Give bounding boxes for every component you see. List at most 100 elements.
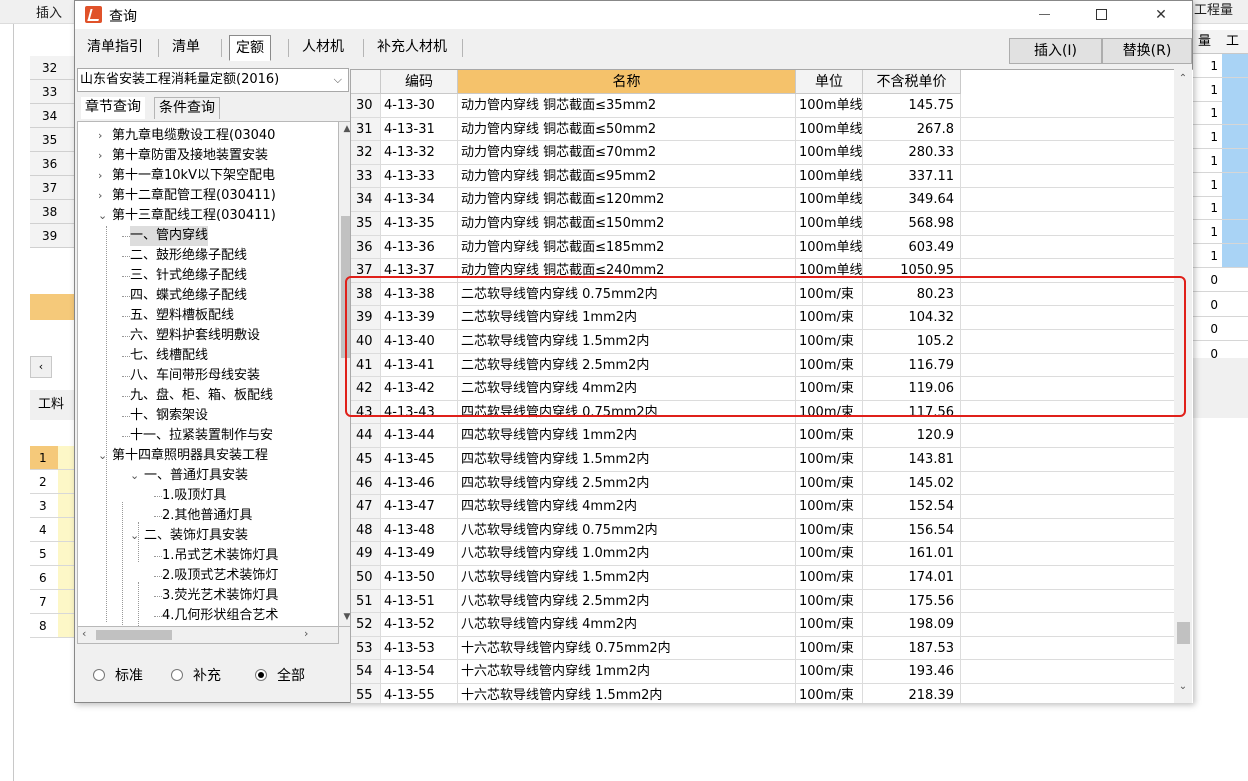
tree-item[interactable]: 六、塑料护套线明敷设 <box>122 326 260 346</box>
background-material-tab[interactable]: 工料 <box>30 390 74 420</box>
scroll-left-icon[interactable]: ‹ <box>82 627 86 640</box>
tree-item[interactable]: 2.其他普通灯具 <box>154 506 252 526</box>
table-row[interactable]: 52 4-13-52 八芯软导线管内穿线 4mm2内 100m/束 198.09 <box>351 613 1176 637</box>
tree-item[interactable]: ⌄ 第十三章配线工程(030411) <box>98 206 276 226</box>
tab-supplement-material[interactable]: 补充人材机 <box>371 35 453 61</box>
chevron-down-icon[interactable]: ⌄ <box>98 206 112 226</box>
tree-horizontal-scrollbar[interactable]: ‹ › <box>77 627 339 644</box>
tree-item[interactable]: 九、盘、柜、箱、板配线 <box>122 386 273 406</box>
table-row[interactable]: 40 4-13-40 二芯软导线管内穿线 1.5mm2内 100m/束 105.2 <box>351 330 1176 354</box>
background-insert-menu[interactable]: 插入 <box>36 2 62 21</box>
chevron-down-icon[interactable]: ⌄ <box>130 526 144 546</box>
tree-item[interactable]: ⌄ 二、装饰灯具安装 <box>130 526 248 546</box>
tree-item[interactable]: 十一、拉紧装置制作与安 <box>122 426 273 446</box>
maximize-button[interactable] <box>1078 1 1124 29</box>
tree-item[interactable]: 八、车间带形母线安装 <box>122 366 260 386</box>
tree-item[interactable]: 1.吊式艺术装饰灯具 <box>154 546 278 566</box>
table-row[interactable]: 38 4-13-38 二芯软导线管内穿线 0.75mm2内 100m/束 80.23 <box>351 282 1176 307</box>
table-vertical-scrollbar[interactable]: ⌃ ⌄ <box>1174 69 1192 703</box>
replace-button[interactable]: 替换(R) <box>1102 38 1192 64</box>
chevron-right-icon[interactable]: › <box>98 186 112 206</box>
table-row[interactable]: 36 4-13-36 动力管内穿线 铜芯截面≤185mm2 100m单线 603.49 <box>351 235 1176 260</box>
chevron-right-icon[interactable]: › <box>98 146 112 166</box>
scroll-right-icon[interactable]: › <box>304 627 308 640</box>
close-button[interactable]: ✕ <box>1138 1 1184 29</box>
table-row[interactable]: 53 4-13-53 十六芯软导线管内穿线 0.75mm2内 100m/束 187.53 <box>351 636 1176 661</box>
table-row[interactable]: 48 4-13-48 八芯软导线管内穿线 0.75mm2内 100m/束 156.54 <box>351 518 1176 543</box>
table-row[interactable]: 50 4-13-50 八芯软导线管内穿线 1.5mm2内 100m/束 174.01 <box>351 566 1176 590</box>
table-row[interactable]: 37 4-13-37 动力管内穿线 铜芯截面≤240mm2 100m单线 1050.95 <box>351 259 1176 283</box>
radio-all[interactable]: 全部 <box>255 665 305 685</box>
chevron-down-icon[interactable]: ⌄ <box>1174 681 1192 692</box>
tab-bill-guide[interactable]: 清单指引 <box>81 35 149 61</box>
tab-chapter-query[interactable]: 章节查询 <box>81 97 145 119</box>
table-row[interactable]: 42 4-13-42 二芯软导线管内穿线 4mm2内 100m/束 119.06 <box>351 377 1176 401</box>
chevron-right-icon[interactable]: › <box>98 166 112 186</box>
row-unit: 100m/束 <box>796 542 863 566</box>
header-code[interactable]: 编码 <box>381 70 458 94</box>
table-row[interactable]: 43 4-13-43 四芯软导线管内穿线 0.75mm2内 100m/束 117.56 <box>351 400 1176 425</box>
table-row[interactable]: 34 4-13-34 动力管内穿线 铜芯截面≤120mm2 100m单线 349.64 <box>351 188 1176 212</box>
table-row[interactable]: 49 4-13-49 八芯软导线管内穿线 1.0mm2内 100m/束 161.01 <box>351 542 1176 566</box>
table-row[interactable]: 46 4-13-46 四芯软导线管内穿线 2.5mm2内 100m/束 145.02 <box>351 471 1176 496</box>
tree-item[interactable]: 二、鼓形绝缘子配线 <box>122 246 247 266</box>
chevron-up-icon[interactable]: ⌃ <box>1174 73 1192 84</box>
table-row[interactable]: 55 4-13-55 十六芯软导线管内穿线 1.5mm2内 100m/束 218.39 <box>351 684 1176 703</box>
tree-item[interactable]: 一、管内穿线 <box>122 226 209 246</box>
tab-labor-material[interactable]: 人材机 <box>296 35 350 61</box>
table-row[interactable]: 32 4-13-32 动力管内穿线 铜芯截面≤70mm2 100m单线 280.33 <box>351 141 1176 165</box>
tree-item[interactable]: › 第九章电缆敷设工程(03040 <box>98 126 275 146</box>
tree-item[interactable]: 3.荧光艺术装饰灯具 <box>154 586 278 606</box>
tree-item[interactable]: 2.吸顶式艺术装饰灯 <box>154 566 278 586</box>
tree-item[interactable]: ⌄ 第十四章照明器具安装工程 <box>98 446 268 466</box>
tree-item[interactable]: 三、针式绝缘子配线 <box>122 266 247 286</box>
tree-item[interactable]: 十、钢索架设 <box>122 406 208 426</box>
radio-standard[interactable]: 标准 <box>93 665 143 685</box>
table-row[interactable]: 33 4-13-33 动力管内穿线 铜芯截面≤95mm2 100m单线 337.11 <box>351 164 1176 189</box>
background-right-cell: 1 <box>1192 196 1248 221</box>
chevron-right-icon[interactable]: › <box>98 126 112 146</box>
tree-item[interactable]: ⌄ 一、普通灯具安装 <box>130 466 248 486</box>
tree-item[interactable]: 七、线槽配线 <box>122 346 208 366</box>
tree-item[interactable]: › 第十章防雷及接地装置安装 <box>98 146 268 166</box>
table-row[interactable]: 30 4-13-30 动力管内穿线 铜芯截面≤35mm2 100m单线 145.75 <box>351 94 1176 118</box>
tree-item[interactable]: › 第十二章配管工程(030411) <box>98 186 276 206</box>
quota-library-select[interactable]: 山东省安装工程消耗量定额(2016) ⌵ <box>77 68 349 92</box>
header-unit[interactable]: 单位 <box>796 70 863 94</box>
chevron-down-icon[interactable]: ⌄ <box>98 446 112 466</box>
tree-item[interactable]: 1.吸顶灯具 <box>154 486 226 506</box>
background-scroll-left-icon[interactable]: ‹ <box>30 356 52 378</box>
row-filler <box>961 613 1176 637</box>
background-lower-row: 4 <box>30 518 74 542</box>
table-row[interactable]: 41 4-13-41 二芯软导线管内穿线 2.5mm2内 100m/束 116.79 <box>351 353 1176 378</box>
header-name[interactable]: 名称 <box>458 70 796 94</box>
insert-button[interactable]: 插入(I) <box>1009 38 1102 64</box>
tree-item[interactable]: 四、蝶式绝缘子配线 <box>122 286 247 306</box>
background-left-edge <box>0 24 14 781</box>
row-unit: 100m/束 <box>796 400 863 425</box>
background-right-cell: 1 <box>1192 77 1248 102</box>
minimize-button[interactable] <box>1022 1 1068 29</box>
table-row[interactable]: 31 4-13-31 动力管内穿线 铜芯截面≤50mm2 100m单线 267.8 <box>351 117 1176 142</box>
tree-hscroll-thumb[interactable] <box>96 630 172 640</box>
tab-bill[interactable]: 清单 <box>166 35 206 61</box>
dialog-titlebar[interactable]: 查询 ✕ <box>75 1 1192 29</box>
tree-item[interactable]: 4.几何形状组合艺术 <box>154 606 278 626</box>
table-row[interactable]: 47 4-13-47 四芯软导线管内穿线 4mm2内 100m/束 152.54 <box>351 495 1176 519</box>
row-price: 117.56 <box>863 400 961 425</box>
chevron-down-icon[interactable]: ⌄ <box>130 466 144 486</box>
row-code: 4-13-42 <box>381 377 458 401</box>
radio-supplement[interactable]: 补充 <box>171 665 221 685</box>
table-scroll-thumb[interactable] <box>1177 622 1190 644</box>
tab-condition-query[interactable]: 条件查询 <box>154 97 220 119</box>
table-row[interactable]: 51 4-13-51 八芯软导线管内穿线 2.5mm2内 100m/束 175.56 <box>351 589 1176 614</box>
tree-item[interactable]: 五、塑料槽板配线 <box>122 306 234 326</box>
table-row[interactable]: 54 4-13-54 十六芯软导线管内穿线 1mm2内 100m/束 193.46 <box>351 660 1176 684</box>
tree-item[interactable]: › 第十一章10kV以下架空配电 <box>98 166 275 186</box>
table-row[interactable]: 35 4-13-35 动力管内穿线 铜芯截面≤150mm2 100m单线 568.98 <box>351 212 1176 236</box>
table-row[interactable]: 39 4-13-39 二芯软导线管内穿线 1mm2内 100m/束 104.32 <box>351 306 1176 330</box>
tab-quota[interactable]: 定额 <box>229 35 271 61</box>
header-price[interactable]: 不含税单价 <box>863 70 961 94</box>
table-row[interactable]: 45 4-13-45 四芯软导线管内穿线 1.5mm2内 100m/束 143.81 <box>351 448 1176 472</box>
table-row[interactable]: 44 4-13-44 四芯软导线管内穿线 1mm2内 100m/束 120.9 <box>351 424 1176 448</box>
